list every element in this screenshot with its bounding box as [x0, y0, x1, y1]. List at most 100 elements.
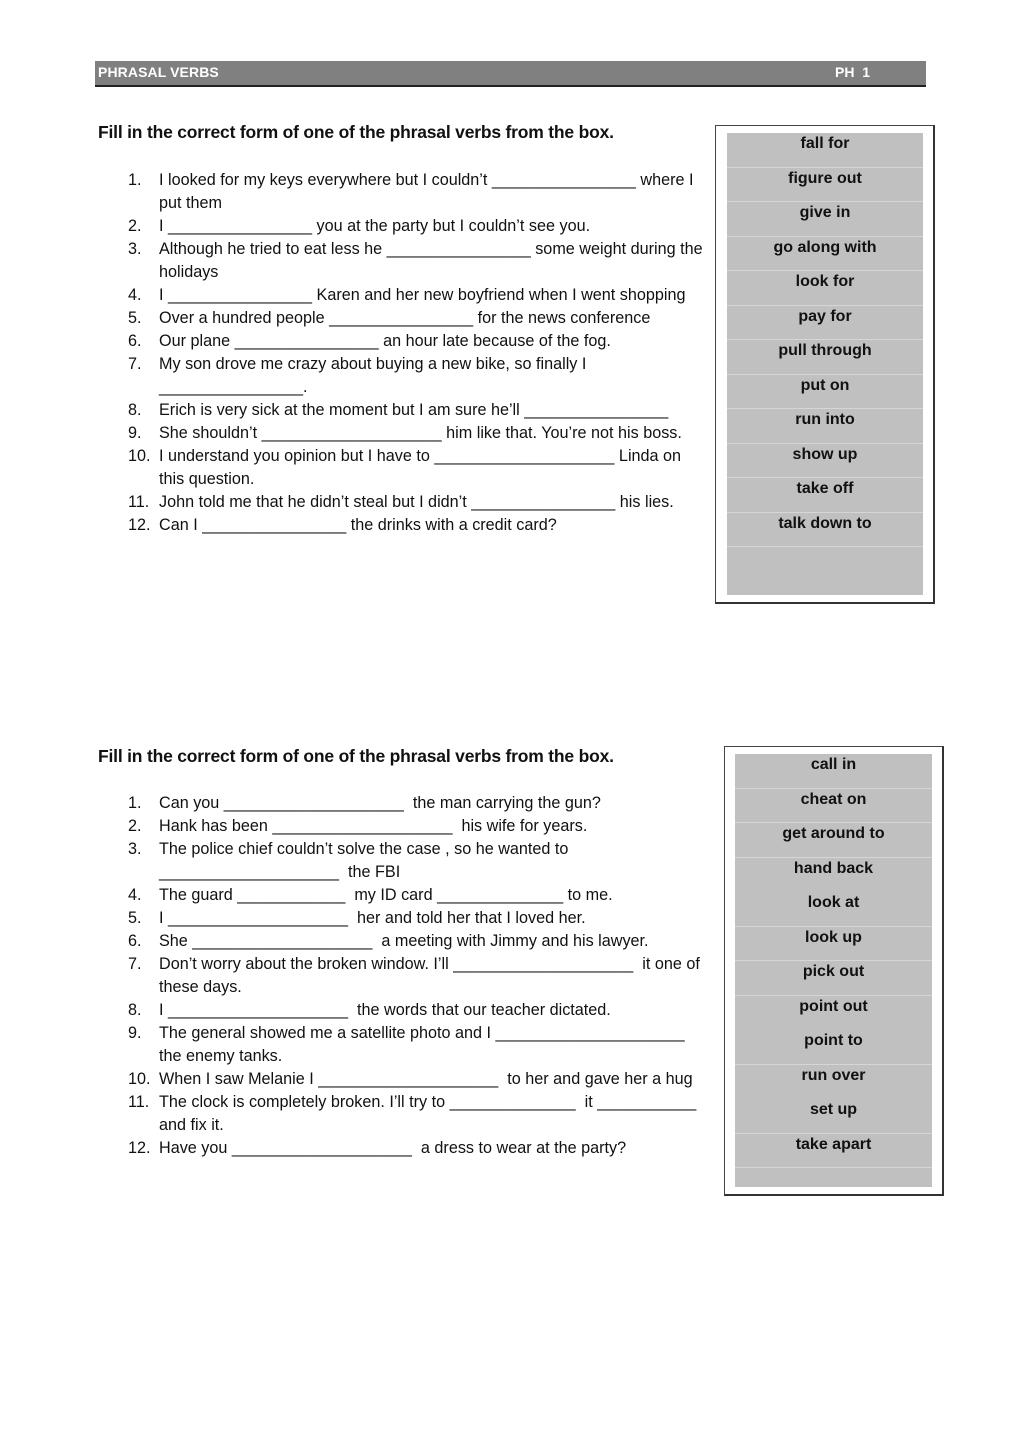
question-item: 1. I looked for my keys everywhere but I … — [128, 169, 708, 215]
question-number: 2. — [128, 817, 142, 835]
question-item: 4. The guard ____________ my ID card ____… — [128, 884, 708, 907]
verb-option: cheat on — [735, 789, 932, 823]
question-number: 12. — [128, 1139, 151, 1157]
question-item: 6. She ____________________ a meeting wit… — [128, 930, 708, 953]
question-item: 8. Erich is very sick at the moment but I… — [128, 399, 708, 422]
question-text: She ____________________ a meeting with … — [159, 932, 649, 950]
question-item: 10. When I saw Melanie I ________________… — [128, 1068, 708, 1091]
question-number: 1. — [128, 794, 142, 812]
exercise-1-verb-box: fall for figure out give in go along with lo… — [715, 125, 935, 604]
question-number: 6. — [128, 932, 142, 950]
verb-option: look at — [735, 892, 932, 927]
exercise-2-verb-box: call in cheat on get around to hand back loo… — [724, 746, 944, 1196]
exercise-1-instruction: Fill in the correct form of one of the p… — [98, 122, 614, 142]
question-text: The guard ____________ my ID card ______… — [159, 886, 613, 904]
question-item: 11. John told me that he didn’t steal but… — [128, 491, 708, 514]
question-text: My son drove me crazy about buying a new… — [159, 355, 591, 396]
question-text: Can you ____________________ the man car… — [159, 794, 601, 812]
exercise-2-verb-list: call in cheat on get around to hand back loo… — [735, 754, 932, 1187]
verb-option: call in — [735, 754, 932, 789]
question-item: 4. I ________________ Karen and her new b… — [128, 284, 708, 307]
question-item: 5. I ____________________ her and told he… — [128, 907, 708, 930]
question-text: Hank has been ____________________ his w… — [159, 817, 588, 835]
verb-option: run into — [727, 409, 923, 444]
question-text: I ____________________ the words that ou… — [159, 1001, 611, 1019]
verb-option: take off — [727, 478, 923, 513]
verb-option: set up — [735, 1099, 932, 1134]
verb-option: point to — [735, 1030, 932, 1065]
question-text: Have you ____________________ a dress to… — [159, 1139, 627, 1157]
question-text: John told me that he didn’t steal but I … — [159, 493, 674, 511]
exercise-2-questions: 1. Can you ____________________ the man c… — [128, 792, 708, 1160]
question-item: 2. Hank has been ____________________ his… — [128, 815, 708, 838]
verb-option: hand back — [793, 859, 874, 877]
question-item: 12. Can I ________________ the drinks wit… — [128, 514, 708, 537]
question-item: 11. The clock is completely broken. I’ll … — [128, 1091, 708, 1137]
question-number: 3. — [128, 840, 142, 858]
question-item: 10. I understand you opinion but I have t… — [128, 445, 708, 491]
question-number: 2. — [128, 217, 142, 235]
verb-option: pull through — [727, 340, 923, 375]
question-number: 5. — [128, 309, 142, 327]
question-number: 1. — [128, 171, 142, 189]
question-item: 12. Have you ____________________ a dress… — [128, 1137, 708, 1160]
question-item: 7. Don’t worry about the broken window. I… — [128, 953, 708, 999]
question-number: 9. — [128, 1024, 142, 1042]
question-number: 8. — [128, 401, 142, 419]
question-text: I ________________ Karen and her new boy… — [159, 286, 686, 304]
question-item: 3. The police chief couldn’t solve the ca… — [128, 838, 708, 884]
question-text: Our plane ________________ an hour late … — [159, 332, 611, 350]
worksheet-header: PHRASAL VERBS PH 1 — [95, 61, 926, 87]
question-text: The police chief couldn’t solve the case… — [159, 840, 573, 881]
question-number: 9. — [128, 424, 142, 442]
question-item: 3. Although he tried to eat less he _____… — [128, 238, 708, 284]
verb-option: look up — [735, 927, 932, 961]
question-item: 1. Can you ____________________ the man c… — [128, 792, 708, 815]
question-text: Erich is very sick at the moment but I a… — [159, 401, 669, 419]
question-text: Don’t worry about the broken window. I’l… — [159, 955, 705, 996]
question-number: 6. — [128, 332, 142, 350]
question-item: 9. She shouldn’t ____________________ him… — [128, 422, 708, 445]
question-number: 10. — [128, 1070, 151, 1088]
question-item: 5. Over a hundred people ________________… — [128, 307, 708, 330]
question-number: 7. — [128, 355, 142, 373]
verb-option: show up — [727, 444, 923, 478]
question-item: 9. The general showed me a satellite phot… — [128, 1022, 708, 1068]
question-number: 3. — [128, 240, 142, 258]
question-number: 10. — [128, 447, 151, 465]
exercise-1-verb-list: fall for figure out give in go along with lo… — [727, 133, 923, 595]
question-item: 7. My son drove me crazy about buying a n… — [128, 353, 708, 399]
verb-option: talk down to — [727, 513, 923, 547]
question-text: She shouldn’t ____________________ him l… — [159, 424, 682, 442]
verb-option: give in — [727, 202, 923, 237]
worksheet-title: PHRASAL VERBS — [98, 64, 219, 80]
question-item: 8. I ____________________ the words that … — [128, 999, 708, 1022]
verb-option: run over — [801, 1066, 866, 1084]
verb-option: take apart — [735, 1134, 932, 1168]
question-text: I ____________________ her and told her … — [159, 909, 586, 927]
verb-option: go along with — [727, 237, 923, 271]
question-number: 11. — [128, 493, 150, 511]
worksheet-code: PH 1 — [835, 64, 871, 80]
question-text: Can I ________________ the drinks with a… — [159, 516, 557, 534]
verb-option: pick out — [735, 961, 932, 996]
verb-option: look for — [727, 271, 923, 306]
question-number: 12. — [128, 516, 151, 534]
question-text: When I saw Melanie I ___________________… — [159, 1070, 693, 1088]
verb-option: pay for — [727, 306, 923, 340]
question-text: Although he tried to eat less he _______… — [159, 240, 708, 281]
exercise-1-questions: 1. I looked for my keys everywhere but I … — [128, 169, 708, 537]
question-number: 7. — [128, 955, 142, 973]
verb-option: point out — [799, 997, 868, 1015]
verb-option: fall for — [727, 133, 923, 168]
question-number: 11. — [128, 1093, 150, 1111]
question-number: 4. — [128, 886, 142, 904]
question-text: Over a hundred people ________________ f… — [159, 309, 651, 327]
verb-option: figure out — [727, 168, 923, 202]
question-number: 4. — [128, 286, 142, 304]
question-text: I understand you opinion but I have to _… — [159, 447, 686, 488]
question-number: 5. — [128, 909, 142, 927]
question-text: I ________________ you at the party but … — [159, 217, 591, 235]
question-number: 8. — [128, 1001, 142, 1019]
question-text: The clock is completely broken. I’ll try… — [159, 1093, 701, 1134]
